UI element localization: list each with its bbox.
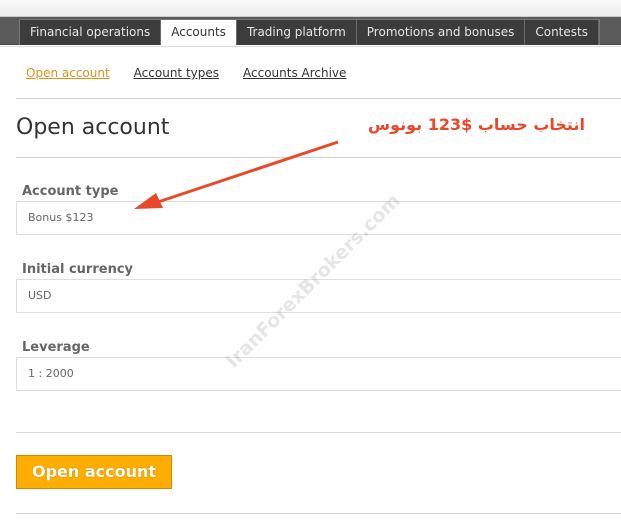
annotation-arrow-icon — [134, 140, 339, 209]
